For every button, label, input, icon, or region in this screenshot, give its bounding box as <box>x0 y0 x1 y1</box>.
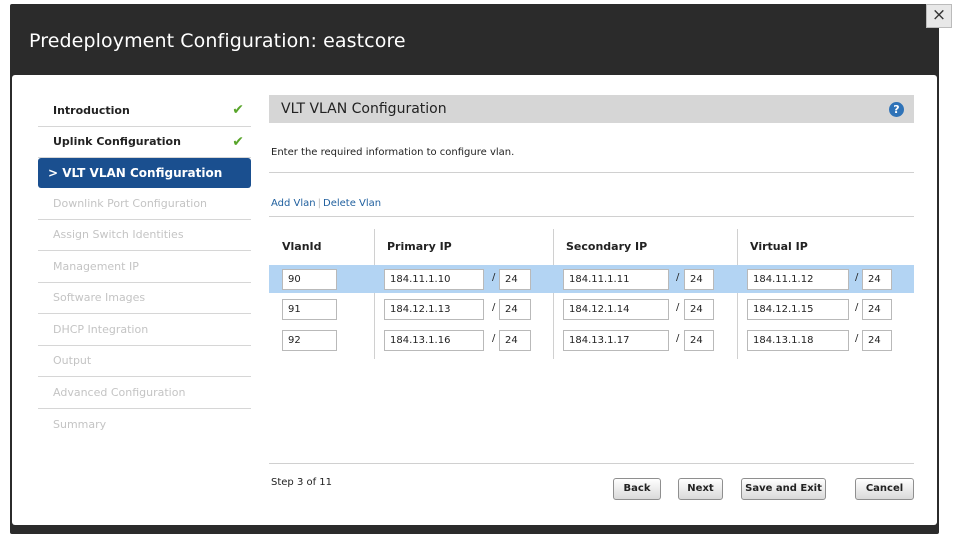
virtual-mask-field[interactable]: 24 <box>862 299 892 320</box>
secondary-mask-field[interactable]: 24 <box>684 299 714 320</box>
dialog-title: Predeployment Configuration: eastcore <box>29 30 406 52</box>
cancel-button[interactable]: Cancel <box>855 478 914 500</box>
sidebar-item-label: > VLT VLAN Configuration <box>48 166 223 180</box>
section-title: VLT VLAN Configuration <box>281 101 447 117</box>
sidebar-item-software-images: Software Images <box>38 283 251 314</box>
save-and-exit-button[interactable]: Save and Exit <box>741 478 826 500</box>
primary-ip-field[interactable]: 184.11.1.10 <box>384 269 484 290</box>
column-header-secondary-ip: Secondary IP <box>566 240 648 253</box>
primary-ip-field[interactable]: 184.12.1.13 <box>384 299 484 320</box>
section-header: VLT VLAN Configuration ? <box>269 95 914 123</box>
check-icon: ✔ <box>232 102 244 118</box>
primary-ip-field[interactable]: 184.13.1.16 <box>384 330 484 351</box>
mask-separator: / <box>676 333 680 344</box>
virtual-ip-field[interactable]: 184.12.1.15 <box>747 299 849 320</box>
vlan-actions: Add Vlan | Delete Vlan <box>271 198 381 209</box>
primary-mask-field[interactable]: 24 <box>499 269 531 290</box>
add-vlan-link[interactable]: Add Vlan <box>271 198 316 209</box>
primary-mask-field[interactable]: 24 <box>499 330 531 351</box>
column-header-virtual-ip: Virtual IP <box>750 240 808 253</box>
virtual-ip-field[interactable]: 184.11.1.12 <box>747 269 849 290</box>
sidebar-item-vlt-vlan-configuration[interactable]: > VLT VLAN Configuration <box>38 158 251 188</box>
virtual-mask-field[interactable]: 24 <box>862 330 892 351</box>
divider <box>269 216 914 217</box>
step-indicator: Step 3 of 11 <box>271 477 333 488</box>
divider <box>269 172 914 173</box>
column-header-primary-ip: Primary IP <box>387 240 452 253</box>
delete-vlan-link[interactable]: Delete Vlan <box>323 198 381 209</box>
divider <box>269 463 914 464</box>
sidebar-item-downlink-port-configuration: Downlink Port Configuration <box>38 188 251 220</box>
secondary-ip-field[interactable]: 184.11.1.11 <box>563 269 669 290</box>
vlan-id-field[interactable]: 92 <box>282 330 337 351</box>
help-icon[interactable]: ? <box>889 102 904 117</box>
secondary-ip-field[interactable]: 184.13.1.17 <box>563 330 669 351</box>
virtual-mask-field[interactable]: 24 <box>862 269 892 290</box>
secondary-ip-field[interactable]: 184.12.1.14 <box>563 299 669 320</box>
mask-separator: / <box>676 302 680 313</box>
sidebar-item-label: Introduction <box>53 103 130 117</box>
sidebar-item-label: Summary <box>53 417 107 431</box>
mask-separator: / <box>492 272 496 283</box>
sidebar-item-dhcp-integration: DHCP Integration <box>38 314 251 346</box>
sidebar-item-label: DHCP Integration <box>53 322 149 336</box>
sidebar-item-label: Advanced Configuration <box>53 385 186 399</box>
secondary-mask-field[interactable]: 24 <box>684 269 714 290</box>
sidebar-item-output: Output <box>38 346 251 377</box>
close-button[interactable]: × <box>926 4 952 28</box>
mask-separator: / <box>676 272 680 283</box>
back-button[interactable]: Back <box>613 478 661 500</box>
sidebar-item-assign-switch-identities: Assign Switch Identities <box>38 220 251 251</box>
mask-separator: / <box>492 302 496 313</box>
sidebar-item-label: Uplink Configuration <box>53 135 181 149</box>
sidebar-item-summary: Summary <box>38 409 251 441</box>
sidebar-item-label: Downlink Port Configuration <box>53 196 208 210</box>
sidebar-item-advanced-configuration: Advanced Configuration <box>38 377 251 409</box>
mask-separator: / <box>492 333 496 344</box>
sidebar-item-management-ip: Management IP <box>38 251 251 283</box>
vlan-id-field[interactable]: 91 <box>282 299 337 320</box>
sidebar-item-label: Software Images <box>53 291 146 305</box>
sidebar-item-label: Assign Switch Identities <box>53 228 184 242</box>
sidebar-item-label: Management IP <box>53 259 139 273</box>
sidebar-item-introduction[interactable]: Introduction ✔ <box>38 95 251 127</box>
mask-separator: / <box>855 302 859 313</box>
instructions-text: Enter the required information to config… <box>271 147 515 158</box>
sidebar-item-label: Output <box>53 354 92 368</box>
mask-separator: / <box>855 272 859 283</box>
column-header-vlanid: VlanId <box>282 240 322 253</box>
wizard-steps-sidebar: Introduction ✔ Uplink Configuration ✔ > … <box>38 95 251 440</box>
secondary-mask-field[interactable]: 24 <box>684 330 714 351</box>
link-separator: | <box>317 198 321 209</box>
vlan-id-field[interactable]: 90 <box>282 269 337 290</box>
primary-mask-field[interactable]: 24 <box>499 299 531 320</box>
virtual-ip-field[interactable]: 184.13.1.18 <box>747 330 849 351</box>
check-icon: ✔ <box>232 133 244 150</box>
mask-separator: / <box>855 333 859 344</box>
sidebar-item-uplink-configuration[interactable]: Uplink Configuration ✔ <box>38 127 251 158</box>
next-button[interactable]: Next <box>678 478 723 500</box>
